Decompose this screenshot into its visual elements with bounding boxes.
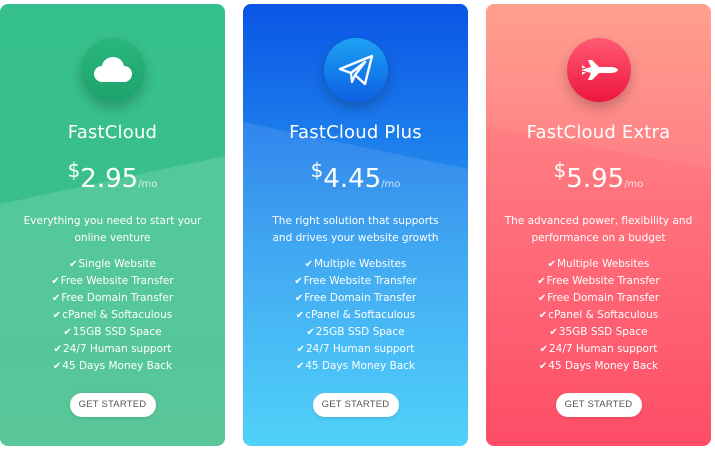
plan-description: The advanced power, flexibility and perf… bbox=[504, 215, 693, 244]
plan-description: Everything you need to start your online… bbox=[23, 215, 202, 244]
check-icon: ✔ bbox=[52, 361, 62, 372]
feature-list: ✔Multiple Websites ✔Free Website Transfe… bbox=[243, 256, 468, 375]
feature-item: ✔cPanel & Softaculous bbox=[52, 309, 173, 321]
check-icon: ✔ bbox=[52, 310, 62, 321]
plan-title: FastCloud Extra bbox=[526, 122, 671, 143]
feature-item: ✔45 Days Money Back bbox=[538, 360, 659, 372]
price-amount: 4.45 bbox=[323, 164, 382, 194]
check-icon: ✔ bbox=[294, 293, 304, 304]
feature-item: ✔24/7 Human support bbox=[296, 343, 415, 355]
check-icon: ✔ bbox=[537, 293, 547, 304]
feature-item: ✔Multiple Websites bbox=[547, 258, 650, 270]
feature-item: ✔24/7 Human support bbox=[539, 343, 658, 355]
feature-list: ✔Multiple Websites ✔Free Website Transfe… bbox=[486, 256, 711, 375]
plan-price: $5.95/mo bbox=[486, 156, 711, 194]
feature-item: ✔15GB SSD Space bbox=[63, 326, 162, 338]
feature-item: ✔45 Days Money Back bbox=[295, 360, 416, 372]
check-icon: ✔ bbox=[549, 327, 558, 338]
check-icon: ✔ bbox=[53, 344, 62, 355]
feature-item: ✔45 Days Money Back bbox=[52, 360, 173, 372]
feature-item: ✔Free Domain Transfer bbox=[294, 292, 417, 304]
check-icon: ✔ bbox=[304, 259, 313, 270]
check-icon: ✔ bbox=[63, 327, 72, 338]
price-currency: $ bbox=[553, 158, 567, 182]
jet-icon bbox=[566, 38, 631, 102]
feature-list: ✔Single Website ✔Free Website Transfer ✔… bbox=[0, 256, 225, 375]
check-icon: ✔ bbox=[51, 293, 61, 304]
get-started-button[interactable]: GET STARTED bbox=[312, 393, 399, 417]
check-icon: ✔ bbox=[547, 259, 556, 270]
feature-item: ✔Free Website Transfer bbox=[537, 275, 660, 287]
check-icon: ✔ bbox=[538, 361, 548, 372]
price-currency: $ bbox=[310, 158, 324, 182]
check-icon: ✔ bbox=[296, 344, 305, 355]
check-icon: ✔ bbox=[538, 310, 548, 321]
feature-item: ✔Free Website Transfer bbox=[294, 275, 417, 287]
plan-card-fastcloud-extra: FastCloud Extra $5.95/mo The advanced po… bbox=[486, 4, 711, 446]
feature-item: ✔cPanel & Softaculous bbox=[538, 309, 659, 321]
paper-plane-icon bbox=[323, 38, 388, 102]
check-icon: ✔ bbox=[306, 327, 315, 338]
feature-item: ✔25GB SSD Space bbox=[306, 326, 405, 338]
plan-title: FastCloud bbox=[67, 122, 158, 143]
get-started-button[interactable]: GET STARTED bbox=[69, 393, 156, 417]
feature-item: ✔Single Website bbox=[69, 258, 156, 270]
check-icon: ✔ bbox=[537, 276, 546, 287]
plan-card-fastcloud: FastCloud $2.95/mo Everything you need t… bbox=[0, 4, 225, 446]
check-icon: ✔ bbox=[295, 310, 305, 321]
feature-item: ✔35GB SSD Space bbox=[549, 326, 648, 338]
check-icon: ✔ bbox=[295, 361, 305, 372]
feature-item: ✔cPanel & Softaculous bbox=[295, 309, 416, 321]
price-period: /mo bbox=[138, 179, 158, 190]
price-amount: 2.95 bbox=[80, 164, 139, 194]
check-icon: ✔ bbox=[51, 276, 60, 287]
check-icon: ✔ bbox=[294, 276, 303, 287]
feature-item: ✔Free Website Transfer bbox=[51, 275, 174, 287]
feature-item: ✔24/7 Human support bbox=[53, 343, 172, 355]
feature-item: ✔Multiple Websites bbox=[304, 258, 407, 270]
price-period: /mo bbox=[624, 179, 644, 190]
cloud-icon bbox=[80, 38, 145, 102]
price-amount: 5.95 bbox=[566, 164, 625, 194]
feature-item: ✔Free Domain Transfer bbox=[537, 292, 660, 304]
check-icon: ✔ bbox=[539, 344, 548, 355]
price-currency: $ bbox=[67, 158, 81, 182]
price-period: /mo bbox=[381, 179, 401, 190]
plan-card-fastcloud-plus: FastCloud Plus $4.45/mo The right soluti… bbox=[243, 4, 468, 446]
get-started-button[interactable]: GET STARTED bbox=[555, 393, 642, 417]
plan-price: $4.45/mo bbox=[243, 156, 468, 194]
check-icon: ✔ bbox=[69, 259, 78, 270]
plan-title: FastCloud Plus bbox=[289, 122, 422, 143]
plan-price: $2.95/mo bbox=[0, 156, 225, 194]
feature-item: ✔Free Domain Transfer bbox=[51, 292, 174, 304]
plan-description: The right solution that supports and dri… bbox=[272, 215, 439, 244]
